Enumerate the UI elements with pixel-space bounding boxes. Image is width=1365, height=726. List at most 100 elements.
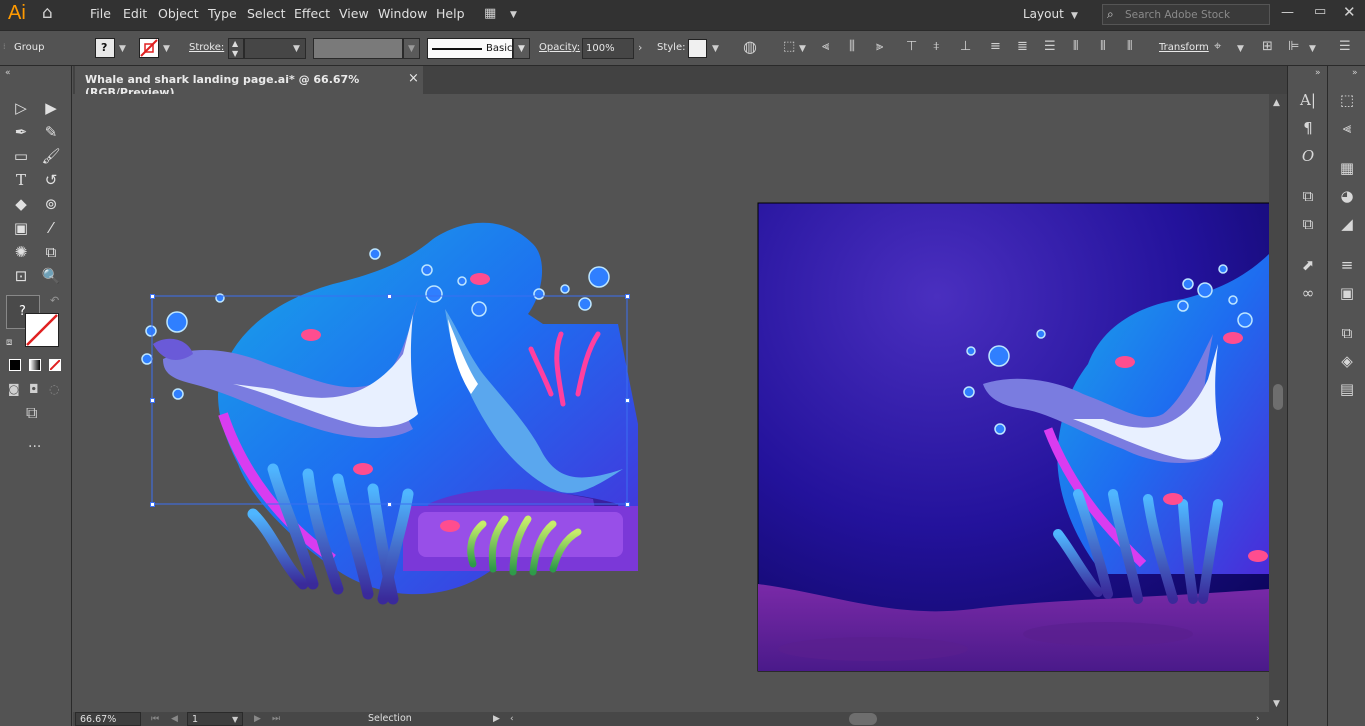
scroll-up-icon[interactable]: ▲ [1273,96,1280,110]
selection-handle[interactable] [625,294,630,299]
character-panel-icon[interactable]: A| [1296,90,1320,110]
swap-colors-icon[interactable]: ↶ [50,294,59,308]
scroll-thumb[interactable] [1273,384,1283,410]
curvature-tool[interactable]: ✎ [40,122,62,142]
paintbrush-tool[interactable]: 🖌 [40,146,62,166]
color-mode-button[interactable] [9,359,21,371]
screen-mode-icon[interactable]: ⧉ [26,405,37,421]
distribute-vertical-center-icon[interactable]: ≣ [1017,40,1028,54]
rectangle-tool[interactable]: ▭ [10,146,32,166]
scroll-left-icon[interactable]: ‹ [510,712,514,726]
chevron-down-icon[interactable]: ▼ [293,44,300,54]
libraries-panel-icon[interactable]: ▤ [1335,379,1359,399]
next-artboard-icon[interactable]: ▶ [254,712,261,726]
rotate-tool[interactable]: ↺ [40,170,62,190]
scroll-down-icon[interactable]: ▼ [1273,697,1280,711]
color-guide-icon[interactable]: ◢ [1335,214,1359,234]
canvas[interactable] [73,94,1269,712]
default-colors-icon[interactable]: ⧈ [6,336,12,350]
menu-help[interactable]: Help [436,6,465,21]
selection-tool[interactable]: ▷ [10,98,32,118]
close-icon[interactable]: ✕ [1343,5,1356,20]
zoom-tool[interactable]: 🔍 [40,266,62,286]
collapse-icon[interactable]: « [5,66,11,80]
character-styles-icon[interactable]: ⧉ [1296,186,1320,206]
draw-normal-icon[interactable]: ◙ [8,382,20,396]
chevron-down-icon[interactable]: ▼ [712,44,719,54]
align-to-icon[interactable]: ⬚ [783,40,795,54]
align-right-icon[interactable]: ⫸ [876,40,883,54]
grid-icon[interactable]: ⊞ [1262,40,1273,54]
eraser-tool[interactable]: ◆ [10,194,32,214]
artboard-landing-page[interactable] [757,202,1269,672]
distribute-right-icon[interactable]: ⫴ [1127,40,1132,54]
edit-toolbar-icon[interactable]: ... [28,436,41,450]
zoom-field[interactable]: 66.67% [75,712,141,726]
first-artboard-icon[interactable]: ⏮ [151,712,159,726]
stroke-color-box[interactable] [25,313,59,347]
search-input[interactable]: Search Adobe Stock [1125,9,1230,21]
opentype-panel-icon[interactable]: O [1296,146,1320,166]
chevron-right-icon[interactable]: › [638,41,642,55]
selection-handle[interactable] [150,398,155,403]
align-panel-icon[interactable]: ⫷ [1335,118,1359,138]
stroke-weight-stepper[interactable]: ▲ ▼ [228,38,244,59]
align-bottom-icon[interactable]: ⊥ [960,40,971,54]
minimize-icon[interactable]: — [1281,6,1294,20]
gradient-tool[interactable]: ▣ [10,218,32,238]
color-panel-icon[interactable]: ◕ [1335,186,1359,206]
menu-icon[interactable]: ☰ [1339,40,1351,54]
pen-tool[interactable]: ✒ [10,122,32,142]
paragraph-styles-icon[interactable]: ⧉ [1296,214,1320,234]
stock-search-field[interactable]: ⌕ Search Adobe Stock [1102,4,1270,25]
warp-tool[interactable]: ⊚ [40,194,62,214]
horizontal-scroll-thumb[interactable] [849,713,877,725]
menu-window[interactable]: Window [378,6,427,21]
expand-panels-icon[interactable]: » [1352,66,1358,80]
align-vertical-center-icon[interactable]: ⧧ [933,40,940,54]
opacity-input[interactable]: 100% [582,38,634,59]
selection-handle[interactable] [150,294,155,299]
chevron-down-icon[interactable]: ▼ [1309,44,1316,54]
fill-swatch[interactable]: ? [95,38,115,58]
distribute-left-icon[interactable]: ⫴ [1073,40,1078,54]
selection-handle[interactable] [625,502,630,507]
chevron-down-icon[interactable]: ▼ [1071,11,1078,21]
distribute-bottom-icon[interactable]: ☰ [1044,40,1056,54]
maximize-icon[interactable]: ▭ [1314,5,1326,19]
menu-type[interactable]: Type [208,6,237,21]
chevron-down-icon[interactable]: ▼ [1237,44,1244,54]
chevron-down-icon[interactable]: ▼ [510,10,517,20]
swatches-panel-icon[interactable]: ▦ [1335,158,1359,178]
selection-handle[interactable] [387,294,392,299]
chevron-down-icon[interactable]: ▼ [119,44,126,54]
distribute-horizontal-center-icon[interactable]: ⦀ [1100,40,1106,54]
chevron-down-icon[interactable]: ▼ [799,44,806,54]
home-icon[interactable]: ⌂ [42,5,53,22]
vertical-scrollbar[interactable]: ▲ ▼ [1269,94,1287,712]
document-tab[interactable]: Whale and shark landing page.ai* @ 66.67… [75,66,423,99]
gradient-mode-button[interactable] [29,359,41,371]
type-tool[interactable]: T [10,170,32,190]
expand-panels-icon[interactable]: » [1315,66,1321,80]
direct-selection-tool[interactable]: ▶ [40,98,62,118]
arrange-documents-icon[interactable]: ▦ [484,7,496,21]
stroke-panel-icon[interactable]: ≡ [1335,255,1359,275]
none-mode-button[interactable] [49,359,61,371]
opacity-label[interactable]: Opacity: [539,42,580,53]
export-panel-icon[interactable]: ⬈ [1296,255,1320,275]
align-top-icon[interactable]: ⊤ [906,40,917,54]
eyedropper-tool[interactable]: ⁄ [40,218,62,238]
transform-panel-icon[interactable]: ⬚ [1335,90,1359,110]
selection-handle[interactable] [150,502,155,507]
isolate-group-icon[interactable]: ⌖ [1214,40,1221,54]
previous-artboard-icon[interactable]: ◀ [171,712,178,726]
brush-dropdown[interactable]: ▼ [513,38,530,59]
symbol-sprayer-tool[interactable]: ✺ [10,242,32,262]
profile-dropdown[interactable]: ▼ [403,38,420,59]
variable-width-profile[interactable] [313,38,403,59]
last-artboard-icon[interactable]: ⏭ [272,712,280,726]
chevron-down-icon[interactable]: ▼ [163,44,170,54]
scroll-right-icon[interactable]: › [1256,712,1260,726]
paragraph-panel-icon[interactable]: ¶ [1296,118,1320,138]
